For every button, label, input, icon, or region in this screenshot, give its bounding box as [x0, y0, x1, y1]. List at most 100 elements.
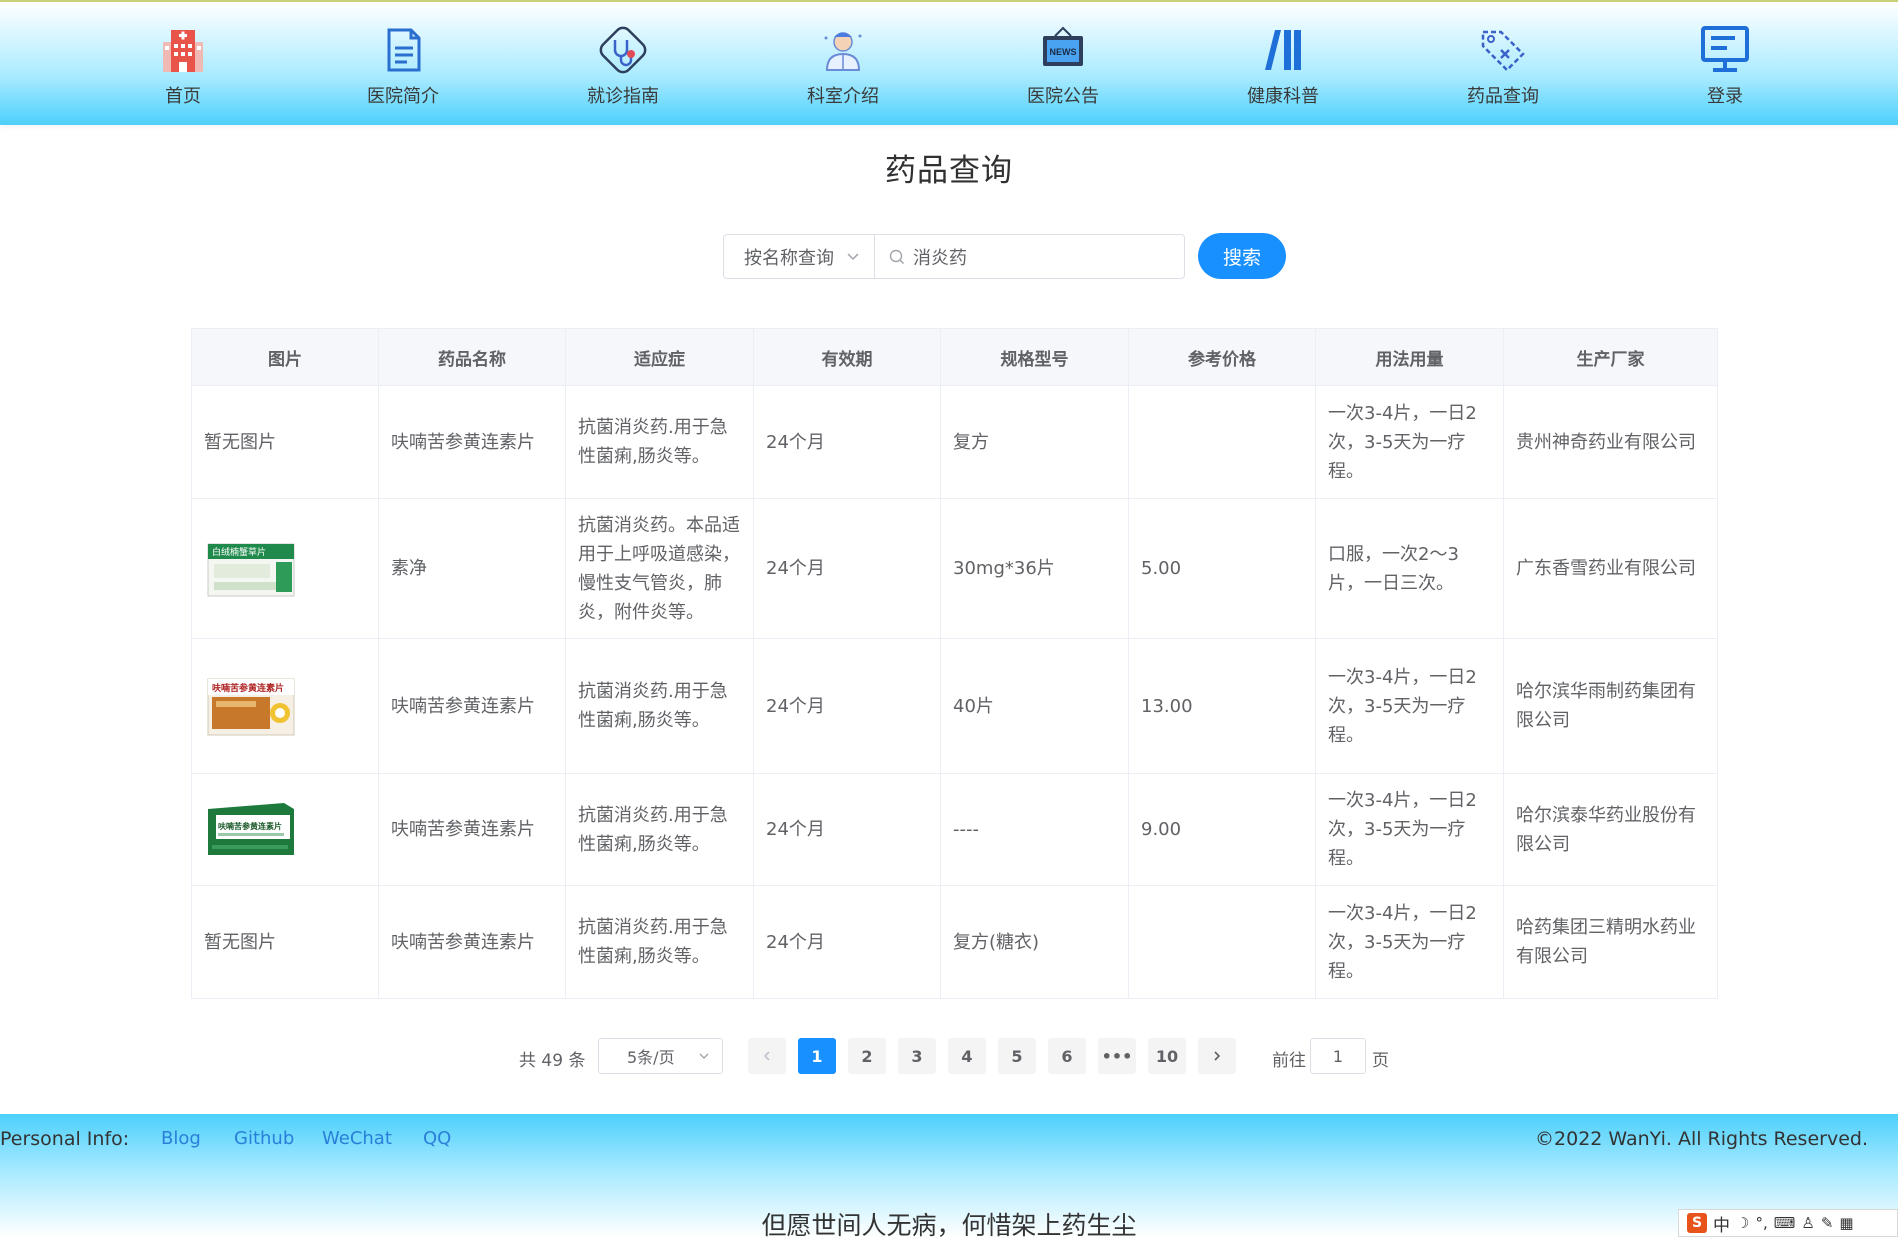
drug-table: 图片 药品名称 适应症 有效期 规格型号 参考价格 用法用量 生产厂家 暂无图片… — [191, 328, 1718, 999]
nav-label: 首页 — [165, 86, 201, 107]
column-header: 生产厂家 — [1503, 328, 1718, 386]
validity-cell: 24个月 — [753, 773, 941, 886]
page-button[interactable]: 4 — [948, 1038, 986, 1074]
nav-item-drug-search[interactable]: 药品查询 — [1433, 24, 1573, 114]
chevron-right-icon — [1214, 1051, 1221, 1061]
column-header: 有效期 — [753, 328, 941, 386]
maker-cell: 哈药集团三精明水药业有限公司 — [1503, 885, 1718, 999]
search-button[interactable]: 搜索 — [1198, 233, 1286, 279]
nav-item-hospital-intro[interactable]: 医院简介 — [333, 24, 473, 114]
column-header: 用法用量 — [1315, 328, 1504, 386]
goto-label: 前往 — [1272, 1051, 1306, 1071]
footer: Personal Info: Blog Github WeChat QQ ©20… — [0, 1114, 1898, 1237]
column-header: 参考价格 — [1128, 328, 1316, 386]
footer-motto: 但愿世间人无病，何惜架上药生尘 — [761, 1211, 1137, 1237]
nav-item-visit-guide[interactable]: 就诊指南 — [553, 24, 693, 114]
drug-box-image: 呋喃苦参黄连素片 — [208, 802, 294, 855]
drug-name-cell: 呋喃苦参黄连素片 — [378, 638, 566, 774]
column-header: 规格型号 — [940, 328, 1129, 386]
usage-cell: 一次3-4片，一日2次，3-5天为一疗程。 — [1315, 385, 1504, 499]
page-button[interactable]: 5 — [998, 1038, 1036, 1074]
nav-label: 药品查询 — [1467, 86, 1539, 107]
ime-toolbar: S 中 ☽ °, ⌨ ♙ ✎ ▦ — [1678, 1209, 1898, 1237]
keyboard-icon[interactable]: ⌨ — [1774, 1214, 1796, 1232]
price-cell: 9.00 — [1128, 773, 1316, 886]
chevron-down-icon — [847, 253, 859, 261]
validity-cell: 24个月 — [753, 885, 941, 999]
drug-box-label: 白绒楠蟹草片 — [212, 546, 266, 558]
maker-cell: 哈尔滨泰华药业股份有限公司 — [1503, 773, 1718, 886]
svg-text:NEWS: NEWS — [1050, 47, 1077, 57]
drug-box-image: 白绒楠蟹草片 — [207, 543, 295, 596]
footer-link-blog[interactable]: Blog — [161, 1128, 201, 1149]
total-count: 共 49 条 — [519, 1051, 586, 1071]
nav-label: 就诊指南 — [587, 86, 659, 107]
indication-cell: 抗菌消炎药.用于急性菌痢,肠炎等。 — [565, 773, 754, 886]
column-header: 图片 — [191, 328, 379, 386]
validity-cell: 24个月 — [753, 385, 941, 499]
table-row: 呋喃苦参黄连素片 呋喃苦参黄连素片 抗菌消炎药.用于急性菌痢,肠炎等。 24个月… — [191, 638, 1718, 774]
price-cell: 13.00 — [1128, 638, 1316, 774]
chevron-down-icon — [699, 1053, 709, 1059]
goto-suffix: 页 — [1372, 1051, 1389, 1071]
chevron-left-icon — [763, 1051, 770, 1061]
user-icon[interactable]: ♙ — [1801, 1214, 1814, 1232]
page-button[interactable]: 1 — [798, 1038, 836, 1074]
page-button[interactable]: 10 — [1148, 1038, 1186, 1074]
search-input[interactable] — [913, 236, 1173, 277]
image-cell: 暂无图片 — [191, 385, 379, 499]
search-mode-select[interactable]: 按名称查询 — [723, 234, 875, 279]
footer-link-qq[interactable]: QQ — [423, 1128, 451, 1149]
more-pages-button[interactable]: ••• — [1098, 1038, 1136, 1074]
indication-cell: 抗菌消炎药。本品适用于上呼吸道感染，慢性支气管炎，肺炎，附件炎等。 — [565, 498, 754, 639]
books-icon — [1265, 30, 1301, 70]
nav-item-home[interactable]: 首页 — [113, 24, 253, 114]
goto-page-input[interactable] — [1310, 1038, 1366, 1074]
page-button[interactable]: 2 — [848, 1038, 886, 1074]
usage-cell: 口服，一次2～3片，一日三次。 — [1315, 498, 1504, 639]
nav-item-login[interactable]: 登录 — [1655, 24, 1795, 114]
footer-link-wechat[interactable]: WeChat — [322, 1128, 392, 1149]
nav-label: 医院简介 — [367, 86, 439, 107]
nav-label: 健康科普 — [1247, 86, 1319, 107]
prev-page-button[interactable] — [748, 1038, 786, 1074]
page-size-select[interactable]: 5条/页 — [598, 1038, 723, 1074]
maker-cell: 广东香雪药业有限公司 — [1503, 498, 1718, 639]
price-cell — [1128, 385, 1316, 499]
image-cell: 白绒楠蟹草片 — [191, 498, 379, 639]
drug-box-label: 呋喃苦参黄连素片 — [212, 682, 284, 694]
image-cell: 呋喃苦参黄连素片 — [191, 773, 379, 886]
footer-link-github[interactable]: Github — [234, 1128, 294, 1149]
drug-name-cell: 呋喃苦参黄连素片 — [378, 385, 566, 499]
top-navigation: 首页 医院简介 就诊指南 科室介绍 NEWS 医院公告 健康科普 药品查询 登录 — [0, 0, 1898, 125]
monitor-icon — [1701, 26, 1749, 72]
next-page-button[interactable] — [1198, 1038, 1236, 1074]
usage-cell: 一次3-4片，一日2次，3-5天为一疗程。 — [1315, 773, 1504, 886]
moon-icon[interactable]: ☽ — [1736, 1214, 1749, 1232]
drug-name-cell: 呋喃苦参黄连素片 — [378, 773, 566, 886]
document-icon — [387, 28, 421, 72]
page-button[interactable]: 6 — [1048, 1038, 1086, 1074]
search-icon — [889, 249, 904, 264]
nav-item-health-science[interactable]: 健康科普 — [1213, 24, 1353, 114]
page-button[interactable]: 3 — [898, 1038, 936, 1074]
indication-cell: 抗菌消炎药.用于急性菌痢,肠炎等。 — [565, 638, 754, 774]
drug-box-label: 呋喃苦参黄连素片 — [218, 821, 282, 831]
ime-logo-icon[interactable]: S — [1687, 1213, 1707, 1233]
column-header: 适应症 — [565, 328, 754, 386]
indication-cell: 抗菌消炎药.用于急性菌痢,肠炎等。 — [565, 885, 754, 999]
grid-icon[interactable]: ▦ — [1839, 1214, 1853, 1232]
punctuation-icon[interactable]: °, — [1755, 1214, 1767, 1232]
nav-item-announcements[interactable]: NEWS 医院公告 — [993, 24, 1133, 114]
drug-name-cell: 呋喃苦参黄连素片 — [378, 885, 566, 999]
validity-cell: 24个月 — [753, 638, 941, 774]
usage-cell: 一次3-4片，一日2次，3-5天为一疗程。 — [1315, 885, 1504, 999]
validity-cell: 24个月 — [753, 498, 941, 639]
copyright: ©2022 WanYi. All Rights Reserved. — [1535, 1128, 1868, 1150]
wrench-icon[interactable]: ✎ — [1821, 1214, 1834, 1232]
price-cell: 5.00 — [1128, 498, 1316, 639]
hospital-icon — [163, 30, 203, 72]
nav-item-departments[interactable]: 科室介绍 — [773, 24, 913, 114]
ime-mode[interactable]: 中 — [1713, 1211, 1730, 1236]
table-row: 暂无图片 呋喃苦参黄连素片 抗菌消炎药.用于急性菌痢,肠炎等。 24个月 复方 … — [191, 385, 1718, 499]
